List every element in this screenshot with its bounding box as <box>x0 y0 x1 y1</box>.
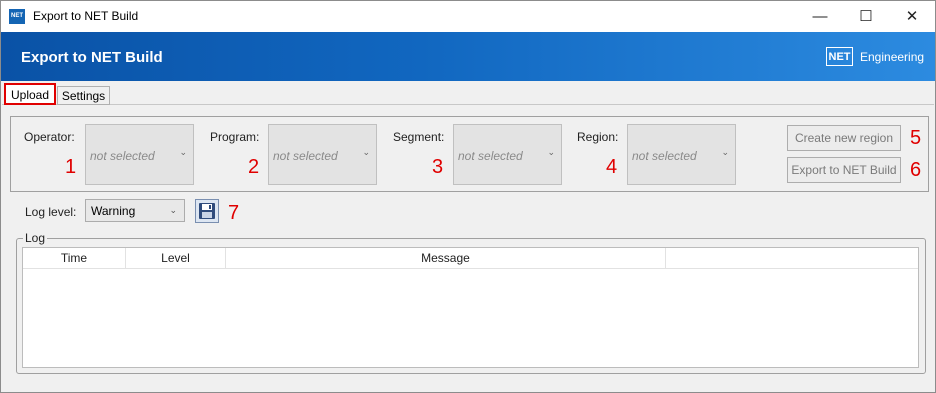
operator-select[interactable]: not selected ⌄ <box>85 124 194 185</box>
save-log-button[interactable] <box>195 199 219 223</box>
segment-value: not selected <box>458 149 523 163</box>
program-label: Program: <box>210 130 260 144</box>
annotation-7: 7 <box>228 202 240 224</box>
annotation-2: 2 <box>248 156 260 178</box>
net-logo-box: NET <box>826 47 853 66</box>
header-banner: Export to NET Build NET Engineering <box>1 32 935 81</box>
title-bar: NET Export to NET Build — ☐ ✕ <box>1 1 935 32</box>
tab-upload[interactable]: Upload <box>4 83 56 105</box>
window-title: Export to NET Build <box>33 9 139 23</box>
minimize-button[interactable]: — <box>797 1 843 32</box>
log-level-select[interactable]: Warning ⌄ <box>85 199 185 222</box>
chevron-down-icon: ⌄ <box>721 147 729 157</box>
program-select[interactable]: not selected ⌄ <box>268 124 377 185</box>
operator-value: not selected <box>90 149 155 163</box>
annotation-3: 3 <box>432 156 444 178</box>
annotation-6: 6 <box>910 159 922 181</box>
log-level-label: Log level: <box>25 205 77 219</box>
app-icon: NET <box>9 9 25 24</box>
region-label: Region: <box>577 130 619 144</box>
operator-label: Operator: <box>24 130 75 144</box>
export-to-net-build-button[interactable]: Export to NET Build <box>787 157 901 183</box>
column-header-time[interactable]: Time <box>23 248 126 268</box>
chevron-down-icon: ⌄ <box>169 205 177 215</box>
chevron-down-icon: ⌄ <box>362 147 370 157</box>
log-grid[interactable]: Time Level Message <box>22 247 919 368</box>
annotation-5: 5 <box>910 127 922 149</box>
annotation-1: 1 <box>65 156 77 178</box>
column-header-filler <box>666 248 918 268</box>
region-value: not selected <box>632 149 697 163</box>
close-button[interactable]: ✕ <box>889 1 935 32</box>
program-value: not selected <box>273 149 338 163</box>
header-divider <box>23 268 918 269</box>
log-level-value: Warning <box>91 204 136 218</box>
create-new-region-button[interactable]: Create new region <box>787 125 901 151</box>
tab-settings[interactable]: Settings <box>57 86 110 105</box>
log-group-label: Log <box>23 231 48 245</box>
floppy-disk-icon <box>199 203 215 219</box>
annotation-4: 4 <box>606 156 618 178</box>
chevron-down-icon: ⌄ <box>547 147 555 157</box>
chevron-down-icon: ⌄ <box>179 147 187 157</box>
segment-select[interactable]: not selected ⌄ <box>453 124 562 185</box>
maximize-button[interactable]: ☐ <box>843 1 889 32</box>
net-logo-text: Engineering <box>860 50 925 64</box>
column-header-level[interactable]: Level <box>126 248 226 268</box>
header-title: Export to NET Build <box>21 49 163 66</box>
segment-label: Segment: <box>393 130 445 144</box>
region-select[interactable]: not selected ⌄ <box>627 124 736 185</box>
app-window: NET Export to NET Build — ☐ ✕ Export to … <box>0 0 936 393</box>
column-header-message[interactable]: Message <box>226 248 666 268</box>
